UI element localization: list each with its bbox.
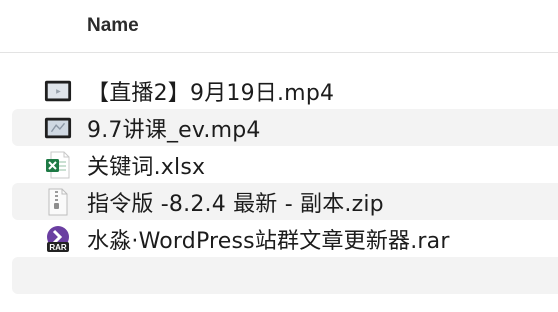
file-row[interactable]: RAR 水淼·WordPress站群文章更新器.rar — [12, 220, 558, 257]
file-name: 关键词.xlsx — [87, 154, 206, 180]
file-name: 水淼·WordPress站群文章更新器.rar — [87, 228, 450, 254]
svg-text:RAR: RAR — [49, 243, 67, 252]
file-row[interactable]: 指令版 -8.2.4 最新 - 副本.zip — [12, 183, 558, 220]
video-file-icon — [44, 114, 72, 142]
rar-file-icon: RAR — [44, 225, 72, 253]
name-column-header[interactable]: Name — [87, 15, 139, 37]
file-name: 【直播2】9月19日.mp4 — [87, 80, 335, 106]
file-name: 指令版 -8.2.4 最新 - 副本.zip — [87, 191, 384, 217]
excel-file-icon — [44, 151, 72, 179]
file-rows: 【直播2】9月19日.mp4 9.7讲课_ev.mp4 关键词.xlsx 指令版… — [0, 72, 558, 294]
finder-file-list: Name 【直播2】9月19日.mp4 9.7讲课_ev.mp4 关键词.xls… — [0, 0, 558, 312]
empty-row — [12, 257, 558, 294]
file-row[interactable]: 关键词.xlsx — [12, 146, 558, 183]
file-name: 9.7讲课_ev.mp4 — [87, 117, 261, 143]
video-file-icon — [44, 77, 72, 105]
list-header: Name — [0, 0, 558, 53]
file-row[interactable]: 9.7讲课_ev.mp4 — [12, 109, 558, 146]
file-row[interactable]: 【直播2】9月19日.mp4 — [12, 72, 558, 109]
zip-file-icon — [44, 188, 72, 216]
